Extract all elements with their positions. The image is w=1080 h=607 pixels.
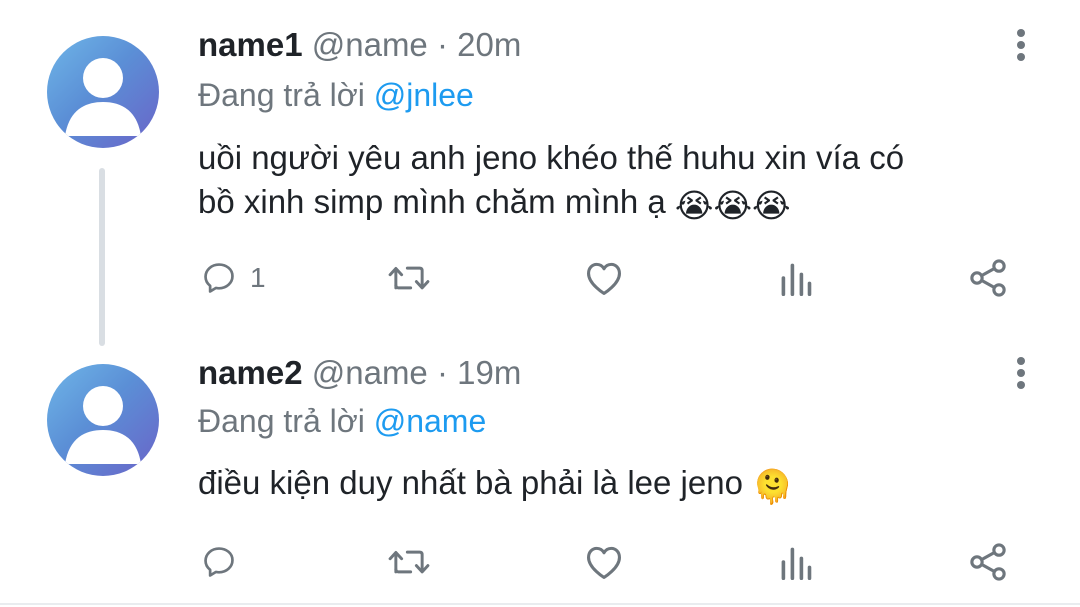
- heart-icon: [587, 262, 621, 295]
- bottom-divider: [0, 603, 1080, 605]
- tweet-text-line: bồ xinh simp mình chăm mình ạ: [198, 183, 666, 220]
- replying-to-label: Đang trả lời: [198, 403, 365, 439]
- crying-face-emoji: 😭😭😭: [674, 186, 791, 225]
- default-avatar-icon: [65, 58, 141, 136]
- tweet-2[interactable]: name2 @name · 19m Đang trả lời @name điề…: [0, 330, 1080, 607]
- replying-to: Đang trả lời @jnlee: [198, 75, 474, 115]
- replying-to-label: Đang trả lời: [198, 77, 365, 113]
- tweet-1[interactable]: name1 @name · 20m Đang trả lời @jnlee uồ…: [0, 0, 1080, 330]
- tweet-header: name2 @name · 19m: [198, 353, 521, 393]
- share-button[interactable]: [966, 540, 1010, 584]
- reply-button[interactable]: 1: [200, 256, 266, 300]
- separator-dot: ·: [436, 26, 448, 63]
- more-icon[interactable]: [1014, 354, 1028, 394]
- replying-to-mention[interactable]: @name: [374, 403, 487, 439]
- timestamp[interactable]: 20m: [457, 26, 521, 63]
- share-icon: [970, 543, 1006, 581]
- user-handle[interactable]: @name: [312, 26, 428, 63]
- reply-icon: [204, 263, 234, 293]
- melting-face-emoji: 🫠: [752, 467, 794, 506]
- views-button[interactable]: [778, 256, 814, 300]
- reply-icon: [204, 547, 234, 577]
- avatar[interactable]: [47, 36, 159, 148]
- display-name[interactable]: name1: [198, 26, 303, 63]
- replying-to-mention[interactable]: @jnlee: [374, 77, 474, 113]
- display-name[interactable]: name2: [198, 354, 303, 391]
- action-bar: 1: [0, 256, 1080, 300]
- default-avatar-icon: [65, 386, 141, 464]
- timestamp[interactable]: 19m: [457, 354, 521, 391]
- heart-icon: [587, 546, 621, 579]
- retweet-button[interactable]: [386, 540, 432, 584]
- retweet-icon: [388, 266, 430, 290]
- user-handle[interactable]: @name: [312, 354, 428, 391]
- retweet-button[interactable]: [386, 256, 432, 300]
- share-icon: [970, 259, 1006, 297]
- retweet-icon: [388, 550, 430, 574]
- reply-button[interactable]: [200, 540, 238, 584]
- separator-dot: ·: [436, 354, 448, 391]
- share-button[interactable]: [966, 256, 1010, 300]
- like-button[interactable]: [582, 540, 626, 584]
- tweet-text: điều kiện duy nhất bà phải là lee jeno 🫠: [198, 461, 1048, 509]
- replying-to: Đang trả lời @name: [198, 401, 486, 441]
- like-button[interactable]: [582, 256, 626, 300]
- avatar[interactable]: [47, 364, 159, 476]
- views-button[interactable]: [778, 540, 814, 584]
- tweet-header: name1 @name · 20m: [198, 25, 521, 65]
- tweet-text: uồi người yêu anh jeno khéo thế huhu xin…: [198, 136, 1048, 228]
- action-bar: [0, 540, 1080, 584]
- reply-count: 1: [250, 262, 266, 293]
- views-icon: [781, 547, 812, 580]
- tweet-text-line: điều kiện duy nhất bà phải là lee jeno: [198, 464, 743, 501]
- tweet-text-line: uồi người yêu anh jeno khéo thế huhu xin…: [198, 139, 905, 176]
- views-icon: [781, 263, 812, 296]
- more-icon[interactable]: [1014, 26, 1028, 66]
